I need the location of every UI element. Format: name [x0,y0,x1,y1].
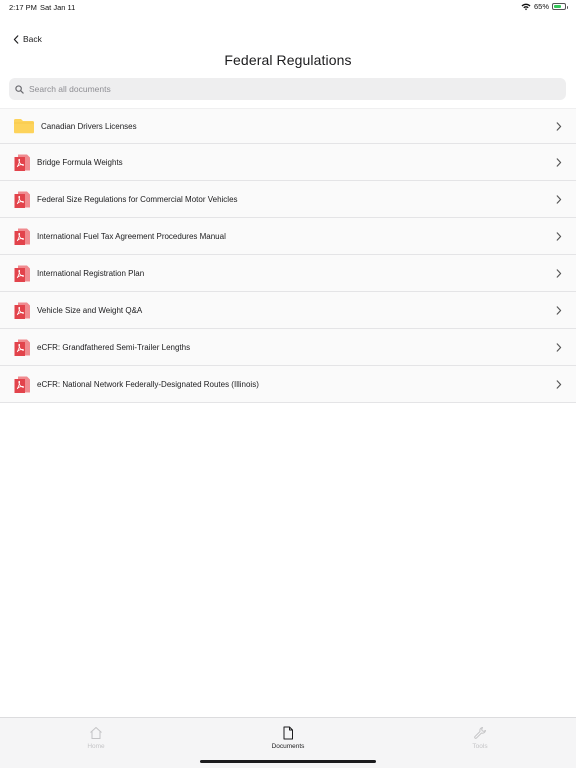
chevron-right-icon [556,121,562,131]
battery-fill [554,5,561,8]
pdf-icon [14,376,30,393]
list-item-pdf[interactable]: International Registration Plan [0,255,576,292]
list-item-label: International Registration Plan [37,268,145,278]
back-label: Back [23,34,42,44]
document-icon [283,726,293,740]
list-item-label: Vehicle Size and Weight Q&A [37,305,143,315]
pdf-icon [14,154,30,171]
tab-tools-label: Tools [472,743,488,750]
list-item-label: Bridge Formula Weights [37,157,123,167]
status-indicators: 65% [521,2,568,11]
battery-icon [552,3,568,10]
list-item-pdf[interactable]: Federal Size Regulations for Commercial … [0,181,576,218]
pdf-icon [14,228,30,245]
home-indicator [200,760,376,763]
pdf-icon [14,191,30,208]
list-item-label: Canadian Drivers Licenses [41,121,137,131]
pdf-icon [14,302,30,319]
list-item-folder[interactable]: Canadian Drivers Licenses [0,108,576,144]
tab-documents-label: Documents [271,743,305,750]
list-item-pdf[interactable]: Bridge Formula Weights [0,144,576,181]
pdf-icon [14,339,30,356]
status-bar: 2:17 PM Sat Jan 11 65% [0,0,576,16]
list-item-label: International Fuel Tax Agreement Procedu… [37,231,226,241]
list-item-pdf[interactable]: eCFR: Grandfathered Semi-Trailer Lengths [0,329,576,366]
list-item-label: eCFR: Grandfathered Semi-Trailer Lengths [37,342,191,352]
home-icon [90,727,102,739]
page-title: Federal Regulations [224,52,352,68]
list-item-pdf[interactable]: eCFR: National Network Federally-Designa… [0,366,576,403]
tab-tools[interactable]: Tools [440,726,520,750]
list-item-pdf[interactable]: Vehicle Size and Weight Q&A [0,292,576,329]
chevron-right-icon [556,342,562,352]
document-list: Canadian Drivers Licenses Bridge Formula… [0,108,576,403]
chevron-right-icon [556,157,562,167]
tab-home[interactable]: Home [56,726,136,750]
wrench-icon [474,727,486,739]
tab-documents[interactable]: Documents [248,726,328,750]
list-item-pdf[interactable]: International Fuel Tax Agreement Procedu… [0,218,576,255]
battery-percent: 65% [533,2,549,11]
chevron-left-icon [13,34,19,44]
pdf-icon [14,265,30,282]
status-date: Sat Jan 11 [40,3,76,12]
battery-tip [566,6,568,9]
chevron-right-icon [556,379,562,389]
status-time: 2:17 PM [9,3,37,12]
folder-icon [14,119,34,134]
search-input[interactable] [29,84,566,94]
chevron-right-icon [556,305,562,315]
list-item-label: eCFR: National Network Federally-Designa… [37,379,259,389]
chevron-right-icon [556,231,562,241]
search-bar[interactable] [9,78,566,100]
search-icon [15,84,24,94]
chevron-right-icon [556,268,562,278]
list-item-label: Federal Size Regulations for Commercial … [37,194,238,204]
back-button[interactable]: Back [13,33,42,45]
tab-home-label: Home [87,743,105,750]
chevron-right-icon [556,194,562,204]
wifi-icon [521,3,531,10]
